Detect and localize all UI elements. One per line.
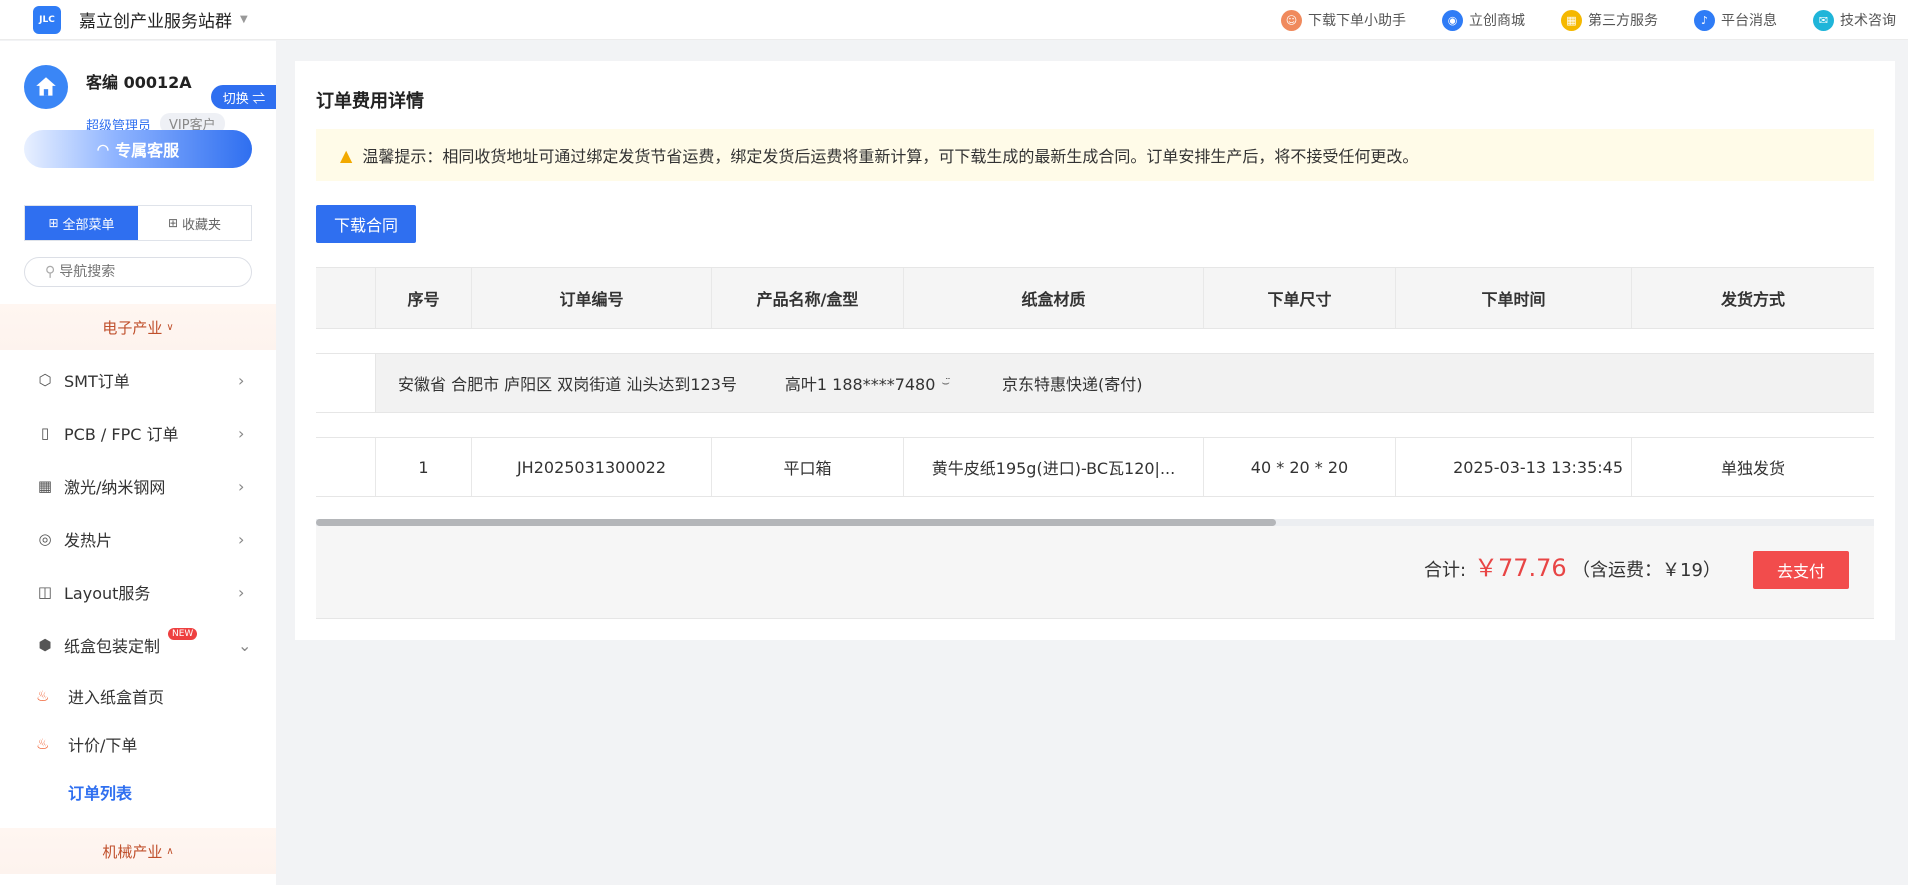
brand-logo-icon[interactable]: JLC	[33, 5, 61, 34]
chevron-right-icon: ›	[238, 582, 245, 602]
site-title: 嘉立创产业服务站群	[79, 12, 232, 32]
chat-icon: ✉	[1813, 9, 1834, 31]
cell-time: 2025-03-13 13:35:45	[1396, 438, 1632, 496]
header-select	[316, 268, 376, 328]
header-index: 序号	[376, 268, 472, 328]
order-table: 序号 订单编号 产品名称/盒型 纸盒材质 下单尺寸 下单时间 发货方式 安徽省 …	[316, 267, 1874, 619]
user-card: 客编 00012A 切换 ⇌ 超级管理员 VIP客户	[24, 65, 276, 135]
switch-account-button[interactable]: 切换 ⇌	[211, 85, 276, 109]
header-product: 产品名称/盒型	[712, 268, 904, 328]
order-fee-card: 订单费用详情 ▲ 温馨提示：相同收货地址可通过绑定发货节省运费，绑定发货后运费将…	[295, 61, 1895, 640]
tab-all-menu[interactable]: ⊞ 全部菜单	[25, 206, 138, 240]
avatar[interactable]	[24, 65, 68, 109]
dedicated-service-button[interactable]: ◠ 专属客服	[24, 130, 252, 168]
section-electronics[interactable]: 电子产业 ∨	[0, 304, 276, 350]
contact-info: 高叶1 188****7480	[784, 375, 936, 394]
sidebar-item-layout[interactable]: ◫ Layout服务 ›	[0, 566, 276, 618]
address-info: 安徽省 合肥市 庐阳区 双岗街道 汕头达到123号 高叶1 188****748…	[376, 354, 1190, 412]
page-title: 订单费用详情	[316, 91, 424, 112]
grid-icon: ⊞	[167, 216, 179, 230]
nav-search-input[interactable]	[59, 264, 240, 280]
tech-consult-link[interactable]: ✉ 技术咨询	[1813, 9, 1896, 31]
site-switcher[interactable]: 嘉立创产业服务站群 ▼	[79, 7, 248, 32]
mall-icon: ◉	[1442, 9, 1463, 31]
sidebar-subitem-quote[interactable]: ♨ 计价/下单	[0, 721, 276, 767]
warning-notice: ▲ 温馨提示：相同收货地址可通过绑定发货节省运费，绑定发货后运费将重新计算，可下…	[316, 129, 1874, 181]
cell-shipping: 单独发货	[1720, 459, 1785, 478]
fire-icon: ♨	[36, 735, 50, 753]
warning-icon: ▲	[340, 145, 353, 165]
user-id: 客编 00012A	[86, 73, 192, 92]
shipping-method: 京东特惠快递(寄付)	[1001, 375, 1143, 394]
top-bar: JLC 嘉立创产业服务站群 ▼ ☺ 下载下单小助手 ◉ 立创商城 ▦ 第三方服务…	[0, 0, 1908, 40]
chevron-down-icon: ⌄	[238, 635, 252, 655]
table-row: 1 JH2025031300022 平口箱 黄牛皮纸195g(进口)-BC瓦12…	[316, 437, 1874, 497]
grid-mesh-icon: ▦	[37, 477, 53, 495]
apps-icon: ▦	[1561, 9, 1582, 31]
cell-order-no: JH2025031300022	[472, 438, 712, 496]
mall-link[interactable]: ◉ 立创商城	[1442, 9, 1525, 31]
header-size: 下单尺寸	[1204, 268, 1396, 328]
sidebar-item-smt[interactable]: ⬡ SMT订单 ›	[0, 354, 276, 406]
group-select-cell[interactable]	[316, 354, 376, 412]
package-icon: ⬢	[38, 636, 52, 654]
total-label: 合计:	[1424, 560, 1467, 581]
chevron-right-icon: ›	[238, 370, 245, 390]
row-select-cell[interactable]	[316, 438, 376, 496]
download-assistant-link[interactable]: ☺ 下载下单小助手	[1281, 9, 1406, 31]
eye-hidden-icon[interactable]: ⌣̈	[941, 376, 950, 391]
grid-icon: ⊞	[48, 216, 59, 230]
cell-index: 1	[376, 438, 472, 496]
table-header: 序号 订单编号 产品名称/盒型 纸盒材质 下单尺寸 下单时间 发货方式	[316, 267, 1874, 329]
address-group-row: 安徽省 合肥市 庐阳区 双岗街道 汕头达到123号 高叶1 188****748…	[316, 353, 1874, 413]
sidebar-item-carton[interactable]: ⬢ 纸盒包装定制 NEW ⌄	[0, 619, 276, 671]
shipping-address: 安徽省 合肥市 庐阳区 双岗街道 汕头达到123号	[398, 375, 737, 394]
messages-link[interactable]: ♪ 平台消息	[1694, 9, 1777, 31]
section-machinery[interactable]: 机械产业 ∧	[0, 828, 276, 874]
chevron-down-icon: ∨	[166, 321, 174, 333]
box-icon: ⬡	[38, 371, 52, 389]
top-links: ☺ 下载下单小助手 ◉ 立创商城 ▦ 第三方服务 ♪ 平台消息 ✉ 技术咨询	[1281, 0, 1908, 40]
download-contract-button[interactable]: 下载合同	[316, 205, 416, 243]
board-icon: ▯	[40, 424, 50, 442]
freight-note: （含运费：￥19）	[1572, 560, 1721, 581]
third-party-link[interactable]: ▦ 第三方服务	[1561, 9, 1658, 31]
scrollbar-thumb[interactable]	[316, 519, 1276, 526]
chevron-right-icon: ›	[238, 423, 245, 443]
cell-size: 40 * 20 * 20	[1204, 438, 1396, 496]
chevron-right-icon: ›	[238, 476, 245, 496]
total-amount: ￥77.76	[1474, 554, 1567, 582]
assistant-avatar-icon: ☺	[1281, 9, 1302, 31]
menu-tabs: ⊞ 全部菜单 ⊞ 收藏夹	[24, 205, 252, 241]
sidebar: 客编 00012A 切换 ⇌ 超级管理员 VIP客户 ◠ 专属客服 ⊞ 全部菜单…	[0, 41, 276, 885]
cell-product: 平口箱	[712, 438, 904, 496]
sidebar-subitem-orders[interactable]: 订单列表	[0, 769, 276, 815]
headset-icon: ◠	[96, 140, 110, 157]
layout-icon: ◫	[37, 583, 53, 601]
sidebar-item-pcb[interactable]: ▯ PCB / FPC 订单 ›	[0, 407, 276, 459]
chevron-right-icon: ›	[238, 529, 245, 549]
sidebar-item-heater[interactable]: ◎ 发热片 ›	[0, 513, 276, 565]
header-order-no: 订单编号	[472, 268, 712, 328]
header-time: 下单时间	[1396, 268, 1632, 328]
chevron-down-icon: ▼	[240, 14, 248, 25]
pay-button[interactable]: 去支付	[1753, 551, 1849, 589]
sidebar-subitem-carton-home[interactable]: ♨ 进入纸盒首页	[0, 673, 276, 719]
fire-icon: ♨	[36, 687, 50, 705]
sidebar-item-stencil[interactable]: ▦ 激光/纳米钢网 ›	[0, 460, 276, 512]
cell-material: 黄牛皮纸195g(进口)-BC瓦120|...	[904, 438, 1204, 496]
tab-favorites[interactable]: ⊞ 收藏夹	[138, 206, 251, 240]
header-material: 纸盒材质	[904, 268, 1204, 328]
summary-row: 合计: ￥77.76 （含运费：￥19） 去支付	[316, 526, 1874, 619]
chevron-up-icon: ∧	[166, 845, 174, 857]
horizontal-scrollbar[interactable]	[316, 519, 1874, 526]
search-icon: ⚲	[45, 264, 56, 280]
new-badge: NEW	[168, 628, 198, 640]
heater-icon: ◎	[38, 530, 52, 548]
home-icon	[36, 77, 56, 96]
nav-search-box: ⚲	[24, 257, 252, 287]
bell-icon: ♪	[1694, 9, 1715, 31]
header-shipping: 发货方式	[1720, 290, 1785, 309]
